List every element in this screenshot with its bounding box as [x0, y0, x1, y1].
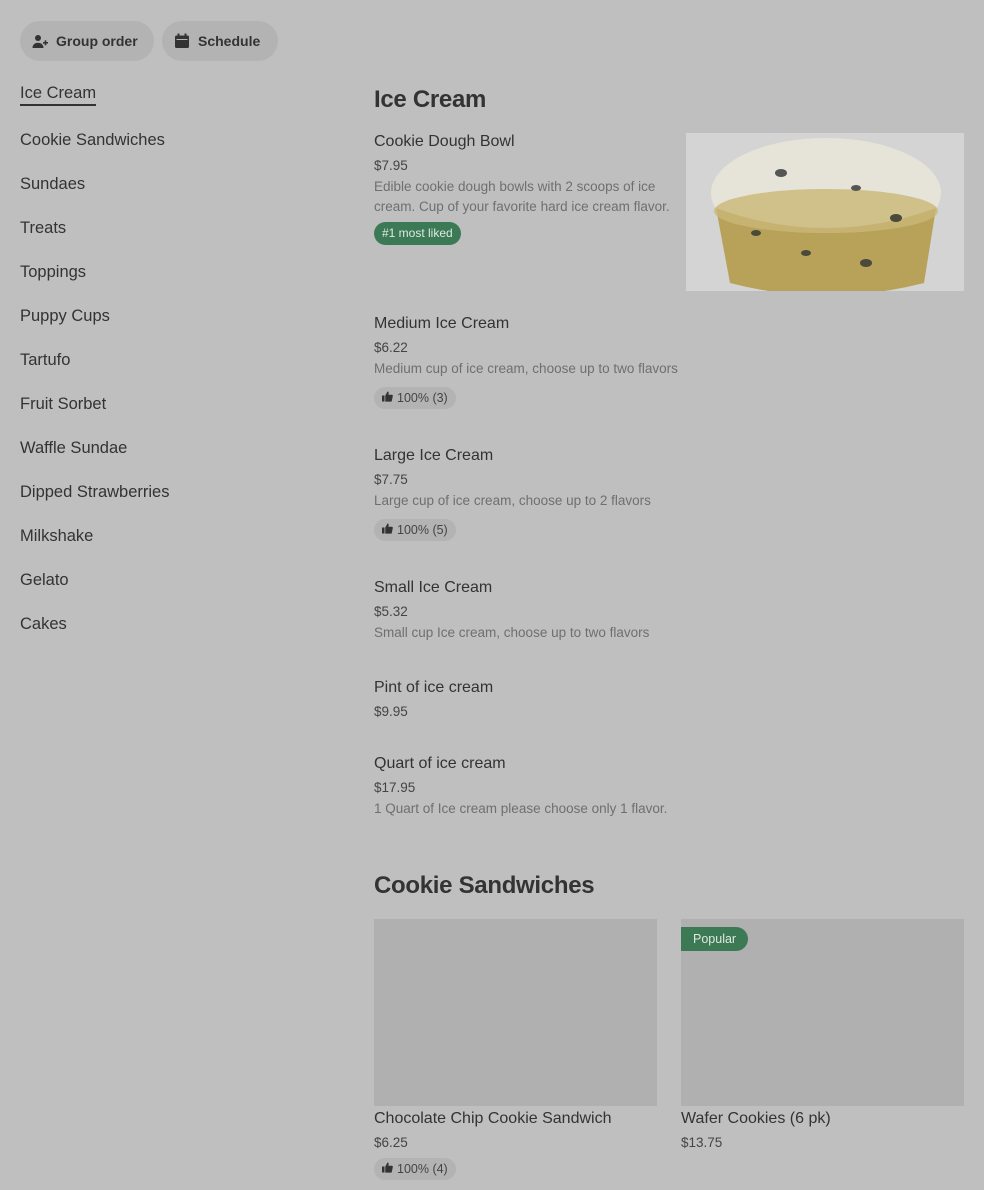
category-gelato[interactable]: Gelato: [20, 571, 69, 590]
card-name-chocolate-chip-cookie-sandwich[interactable]: Chocolate Chip Cookie Sandwich: [374, 1110, 611, 1128]
item-price: $7.95: [374, 158, 408, 173]
menu-item-medium-ice-cream[interactable]: Medium Ice Cream $6.22 Medium cup of ice…: [374, 315, 704, 409]
card-price: $13.75: [681, 1135, 723, 1150]
category-waffle-sundae[interactable]: Waffle Sundae: [20, 439, 127, 458]
wafer-cookies-image[interactable]: Popular: [681, 919, 964, 1106]
item-price: $9.95: [374, 704, 408, 719]
rating-text: 100% (4): [397, 1162, 448, 1176]
menu-item-pint-of-ice-cream[interactable]: Pint of ice cream $9.95: [374, 679, 704, 719]
card-price: $6.25: [374, 1135, 408, 1150]
menu-item-large-ice-cream[interactable]: Large Ice Cream $7.75 Large cup of ice c…: [374, 447, 704, 541]
category-sundaes[interactable]: Sundaes: [20, 175, 85, 194]
group-order-button[interactable]: Group order: [20, 21, 154, 61]
add-person-icon: [32, 33, 48, 49]
category-milkshake[interactable]: Milkshake: [20, 527, 93, 546]
item-price: $7.75: [374, 472, 408, 487]
thumbs-up-icon: [382, 1162, 393, 1176]
chocolate-chip-cookie-sandwich-image[interactable]: [374, 919, 657, 1106]
section-title-cookie-sandwiches: Cookie Sandwiches: [374, 872, 595, 899]
category-fruit-sorbet[interactable]: Fruit Sorbet: [20, 395, 106, 414]
category-treats[interactable]: Treats: [20, 219, 66, 238]
category-dipped-strawberries[interactable]: Dipped Strawberries: [20, 483, 169, 502]
schedule-button[interactable]: Schedule: [162, 21, 278, 61]
item-description: Medium cup of ice cream, choose up to tw…: [374, 361, 678, 376]
item-description: Large cup of ice cream, choose up to 2 f…: [374, 493, 651, 508]
popular-badge: Popular: [681, 927, 749, 951]
item-name: Cookie Dough Bowl: [374, 133, 515, 150]
item-price: $6.22: [374, 340, 408, 355]
category-tartufo[interactable]: Tartufo: [20, 351, 70, 370]
section-title-ice-cream: Ice Cream: [374, 86, 487, 113]
item-price: $17.95: [374, 780, 416, 795]
category-toppings[interactable]: Toppings: [20, 263, 86, 282]
item-name: Small Ice Cream: [374, 579, 493, 596]
schedule-label: Schedule: [198, 33, 261, 49]
category-puppy-cups[interactable]: Puppy Cups: [20, 307, 110, 326]
rating-text: 100% (3): [397, 391, 448, 405]
cookie-dough-bowl-image[interactable]: [686, 133, 964, 291]
menu-item-cookie-dough-bowl[interactable]: Cookie Dough Bowl $7.95 Edible cookie do…: [374, 133, 674, 245]
thumbs-up-icon: [382, 523, 393, 537]
rating-pill: 100% (4): [374, 1158, 456, 1180]
thumbs-up-icon: [382, 391, 393, 405]
rating-pill: 100% (3): [374, 387, 456, 409]
item-description: 1 Quart of Ice cream please choose only …: [374, 801, 668, 816]
group-order-label: Group order: [56, 33, 138, 49]
item-description: Small cup Ice cream, choose up to two fl…: [374, 625, 650, 640]
menu-item-small-ice-cream[interactable]: Small Ice Cream $5.32 Small cup Ice crea…: [374, 579, 704, 643]
category-cakes[interactable]: Cakes: [20, 615, 67, 634]
item-name: Quart of ice cream: [374, 755, 506, 772]
most-liked-badge: #1 most liked: [374, 222, 461, 245]
category-ice-cream[interactable]: Ice Cream: [20, 84, 97, 106]
card-name-wafer-cookies[interactable]: Wafer Cookies (6 pk): [681, 1110, 831, 1128]
cookie-dough-bowl-photo: [686, 133, 964, 291]
calendar-icon: [174, 33, 190, 49]
menu-item-quart-of-ice-cream[interactable]: Quart of ice cream $17.95 1 Quart of Ice…: [374, 755, 704, 819]
item-name: Medium Ice Cream: [374, 315, 510, 332]
item-name: Large Ice Cream: [374, 447, 494, 464]
rating-pill: 100% (5): [374, 519, 456, 541]
item-name: Pint of ice cream: [374, 679, 494, 696]
item-description: Edible cookie dough bowls with 2 scoops …: [374, 179, 670, 214]
item-price: $5.32: [374, 604, 408, 619]
category-cookie-sandwiches[interactable]: Cookie Sandwiches: [20, 131, 165, 150]
rating-text: 100% (5): [397, 523, 448, 537]
